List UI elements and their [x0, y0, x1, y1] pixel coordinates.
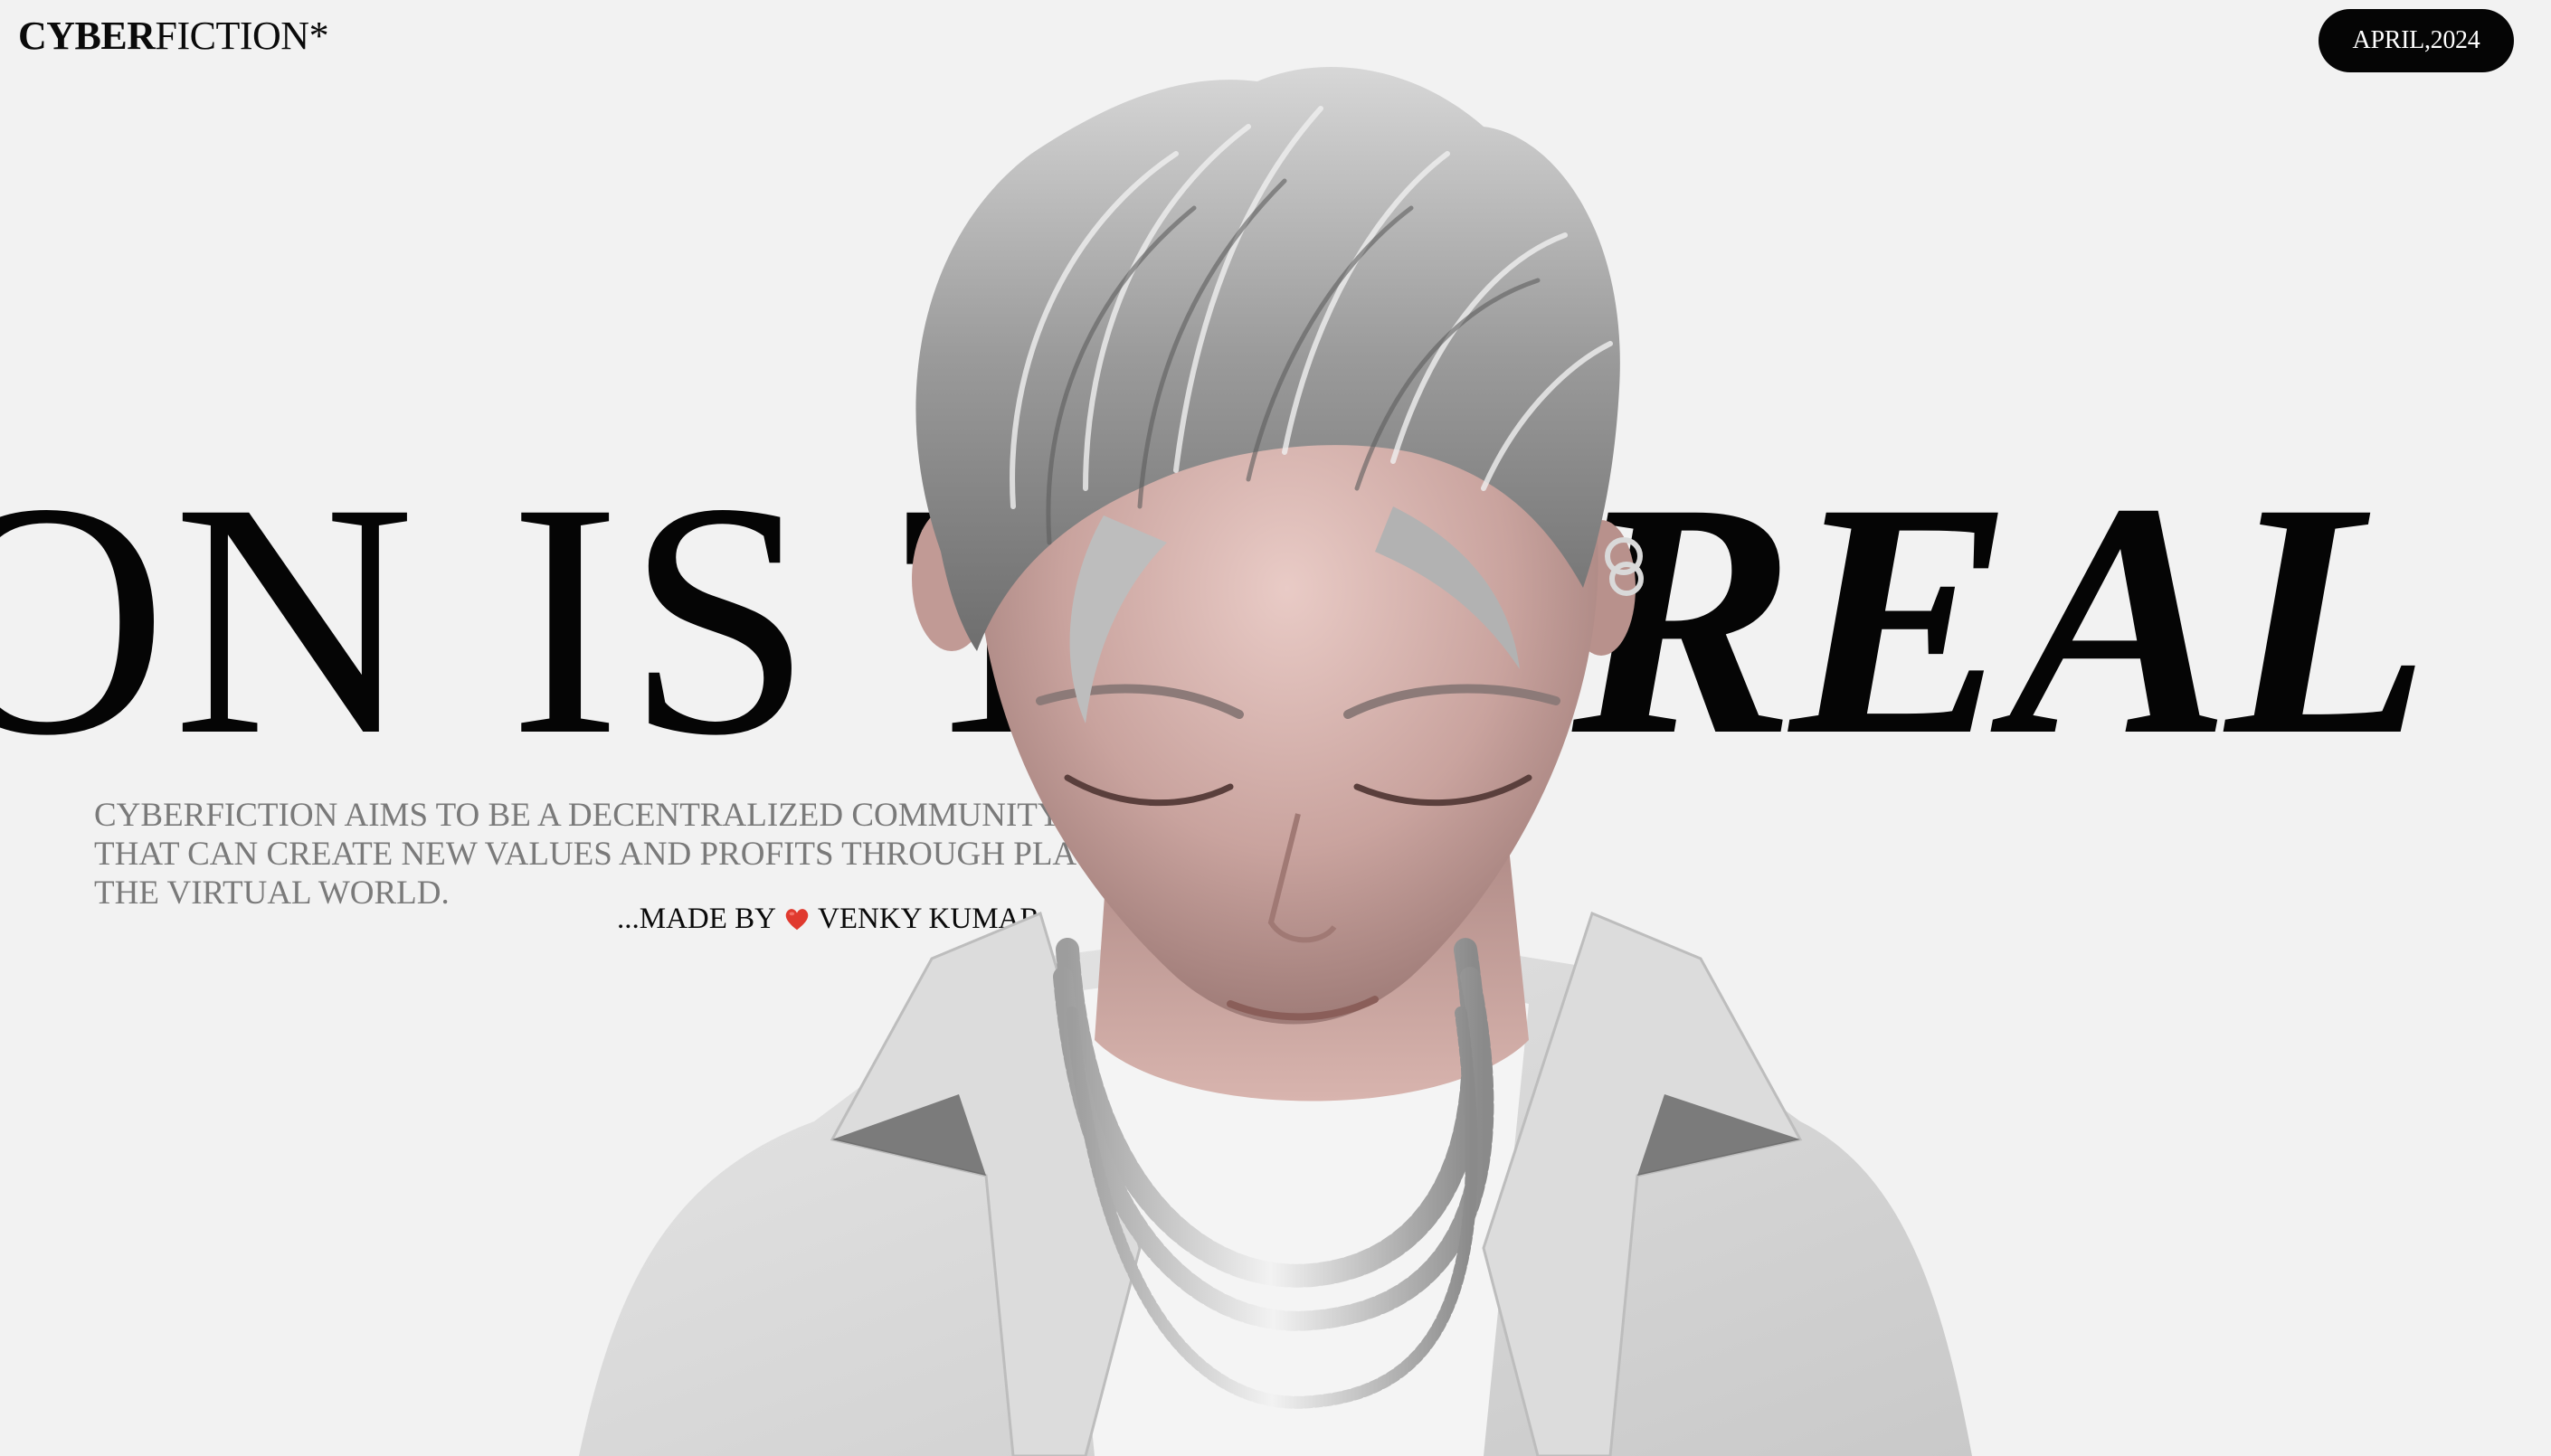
hero-page: CYBERFICTION* APRIL,2024 ON IS T REAL CY… [0, 0, 2551, 1456]
character-illustration [579, 67, 1972, 1456]
